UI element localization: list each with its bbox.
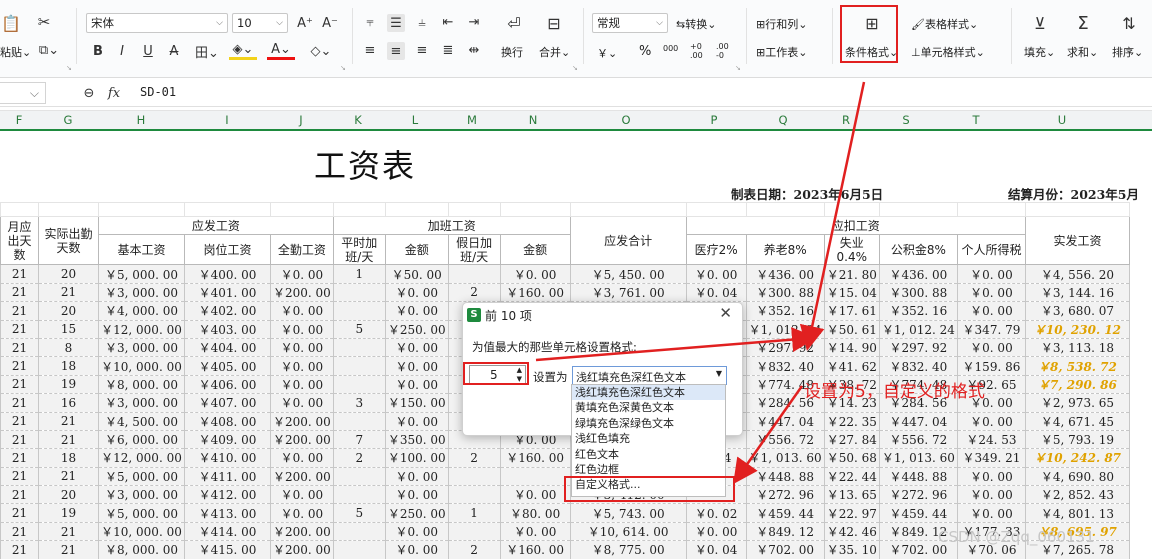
- annotation-arrows: [535, 81, 866, 485]
- annotation-text: 设置为5，自定义的格式: [804, 382, 985, 402]
- watermark: CSDN @Zqq_060131: [938, 528, 1095, 546]
